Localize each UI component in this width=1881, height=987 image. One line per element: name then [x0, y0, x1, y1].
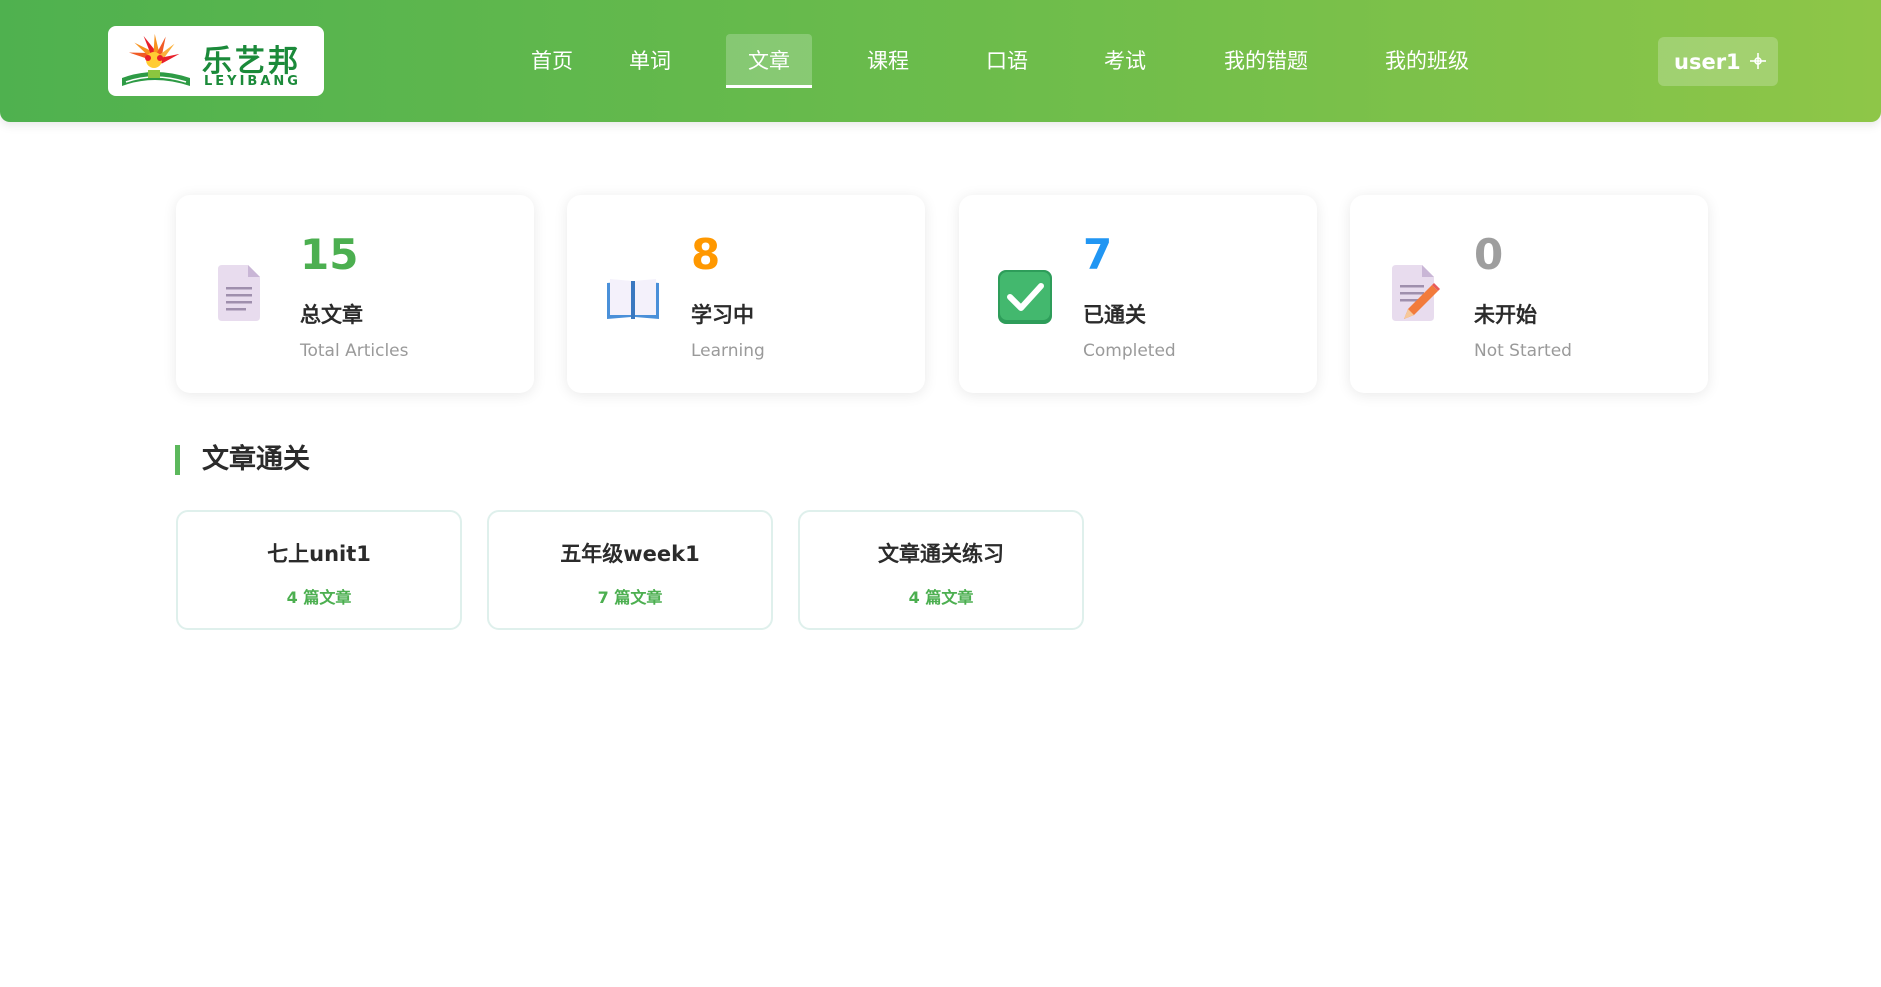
username-label: user1	[1674, 50, 1741, 74]
stat-card-learning: 8 学习中 Learning	[567, 195, 925, 393]
stat-label-total: 总文章	[300, 303, 363, 327]
nav-item-home[interactable]: 首页	[510, 34, 594, 88]
stat-label-completed: 已通关	[1083, 303, 1146, 327]
stat-value-completed: 7	[1083, 230, 1113, 279]
nav-item-speaking[interactable]: 口语	[965, 34, 1049, 88]
stat-value-not-started: 0	[1474, 230, 1504, 279]
course-card[interactable]: 文章通关练习 4 篇文章	[798, 510, 1084, 630]
course-article-count: 7 篇文章	[597, 588, 663, 607]
nav-item-articles[interactable]: 文章	[726, 34, 812, 88]
stat-card-not-started: 0 未开始 Not Started	[1350, 195, 1708, 393]
nav-item-mistakes[interactable]: 我的错题	[1209, 34, 1323, 88]
nav-item-words[interactable]: 单词	[608, 34, 692, 88]
open-book-icon	[607, 279, 659, 319]
sunflower-logo-icon	[122, 33, 190, 86]
stat-label-not-started: 未开始	[1474, 303, 1537, 327]
stat-value-learning: 8	[691, 230, 721, 279]
stat-sublabel-total: Total Articles	[300, 341, 409, 361]
top-header: 乐艺邦 LEYIBANG 首页 单词 文章 课程 口语 考试 我的错题 我的班级…	[0, 0, 1881, 122]
stat-label-learning: 学习中	[691, 303, 754, 327]
document-pencil-icon	[1392, 265, 1440, 321]
stat-sublabel-completed: Completed	[1083, 341, 1176, 361]
course-article-count: 4 篇文章	[908, 588, 974, 607]
nav-item-courses[interactable]: 课程	[846, 34, 930, 88]
stat-card-completed: 7 已通关 Completed	[959, 195, 1317, 393]
brand-logo[interactable]: 乐艺邦 LEYIBANG	[108, 26, 324, 96]
section-title: 文章通关	[175, 445, 310, 475]
document-icon	[218, 265, 260, 321]
brand-name-en: LEYIBANG	[204, 74, 301, 89]
course-name: 五年级week1	[560, 542, 700, 566]
stat-card-total: 15 总文章 Total Articles	[176, 195, 534, 393]
stat-sublabel-not-started: Not Started	[1474, 341, 1572, 361]
course-card[interactable]: 五年级week1 7 篇文章	[487, 510, 773, 630]
user-menu-button[interactable]: user1	[1658, 37, 1778, 86]
course-card[interactable]: 七上unit1 4 篇文章	[176, 510, 462, 630]
course-name: 七上unit1	[267, 542, 371, 566]
stat-sublabel-learning: Learning	[691, 341, 765, 361]
check-mark-icon	[998, 270, 1052, 324]
stat-value-total: 15	[300, 230, 359, 279]
nav-item-my-class[interactable]: 我的班级	[1370, 34, 1484, 88]
course-name: 文章通关练习	[878, 542, 1004, 566]
logout-icon[interactable]	[1748, 51, 1768, 71]
course-article-count: 4 篇文章	[286, 588, 352, 607]
nav-item-exams[interactable]: 考试	[1083, 34, 1167, 88]
